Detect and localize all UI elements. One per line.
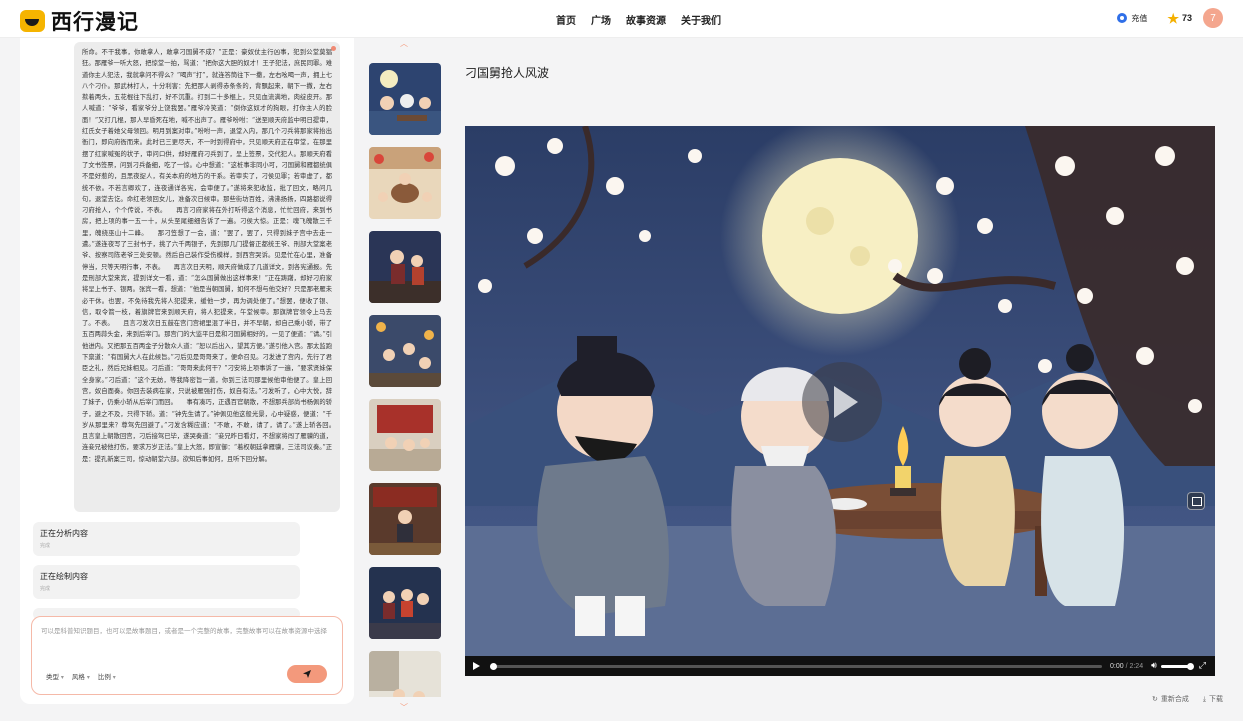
download-icon: ⤓ (1202, 695, 1206, 703)
send-icon (303, 670, 311, 678)
video-player[interactable]: 0:00 / 2:24 🔊︎ ⤢ (465, 126, 1215, 676)
volume-slider[interactable] (1160, 662, 1194, 670)
fullscreen-icon[interactable]: ⤢ (1199, 661, 1206, 671)
regenerate-label: 重新合成 (1160, 695, 1189, 703)
prompt-input[interactable] (41, 626, 331, 656)
style-selector[interactable]: 风格 (72, 671, 90, 681)
play-icon[interactable] (473, 662, 480, 670)
video-progress-bar[interactable] (490, 662, 1102, 670)
story-title: 刁国舅抢人风波 (465, 66, 550, 80)
message-indicator-icon (331, 46, 336, 51)
scene-thumbnail[interactable] (369, 63, 441, 135)
download-button[interactable]: ⤓ 下载 (1203, 694, 1223, 704)
status-card-analyze: 正在分析内容 完成 (33, 522, 300, 556)
main-nav: 首页 广场 故事资源 关于我们 (556, 12, 721, 27)
star-icon: ★ (1167, 10, 1179, 26)
recharge-icon (1117, 13, 1128, 23)
nav-story-resources[interactable]: 故事资源 (626, 12, 666, 27)
coin-balance: ★ 73 (1167, 12, 1192, 25)
time-total: / 2:24 (1125, 662, 1144, 670)
nav-plaza[interactable]: 广场 (591, 12, 611, 27)
prompt-input-box: 类型 风格 比例 (31, 616, 343, 695)
avatar[interactable]: 7 (1203, 8, 1223, 28)
bottom-actions: ↻ 重新合成 ⤓ 下载 (1152, 694, 1223, 704)
picture-in-picture-icon[interactable] (1187, 492, 1205, 510)
chevron-up-icon[interactable]: ︿ (400, 38, 408, 49)
download-label: 下载 (1209, 695, 1223, 703)
status-card-draw: 正在绘制内容 完成 (33, 565, 300, 599)
nav-home[interactable]: 首页 (556, 12, 576, 27)
scene-thumbnail[interactable] (369, 567, 441, 639)
recharge-button[interactable]: 充值 (1117, 13, 1147, 24)
status-title: 正在绘制内容 (40, 572, 88, 581)
volume-icon[interactable]: 🔊︎ (1151, 661, 1157, 671)
logo-text: 西行漫记 (51, 9, 139, 34)
option-selectors: 类型 风格 比例 (46, 671, 116, 681)
nav-about[interactable]: 关于我们 (681, 12, 721, 27)
type-selector[interactable]: 类型 (46, 671, 64, 681)
scene-thumbnail[interactable] (369, 483, 441, 555)
scene-thumbnail[interactable] (369, 147, 441, 219)
logo[interactable]: 西行漫记 (20, 6, 139, 36)
scene-thumbnails (369, 63, 441, 697)
status-sub: 完成 (40, 586, 51, 592)
scene-thumbnail[interactable] (369, 651, 441, 697)
coin-count: 73 (1181, 13, 1192, 23)
time-current: 0:00 (1110, 662, 1124, 670)
status-title: 正在分析内容 (40, 529, 88, 538)
top-header: 西行漫记 首页 广场 故事资源 关于我们 充值 ★ 73 7 (0, 0, 1243, 38)
refresh-icon: ↻ (1152, 695, 1158, 703)
header-right: 充值 ★ 73 7 (1117, 8, 1223, 28)
scene-thumbnail[interactable] (369, 315, 441, 387)
logo-icon (20, 10, 45, 32)
send-button[interactable] (287, 665, 327, 683)
progress-knob[interactable] (490, 662, 497, 670)
left-panel: 所命。不干我事，你敢拿人，敢拿刁国舅不成？”正是：豪奴仗主行凶事，犯到公堂莫猖狂… (20, 38, 354, 704)
scene-thumbnail[interactable] (369, 399, 441, 471)
regenerate-button[interactable]: ↻ 重新合成 (1152, 694, 1189, 704)
status-sub: 完成 (40, 543, 51, 549)
recharge-label: 充值 (1131, 13, 1148, 23)
story-text: 所命。不干我事，你敢拿人，敢拿刁国舅不成？”正是：豪奴仗主行凶事，犯到公堂莫猖狂… (82, 49, 340, 463)
ratio-selector[interactable]: 比例 (98, 671, 116, 681)
play-overlay-button[interactable] (802, 362, 882, 442)
chevron-down-icon[interactable]: ﹀ (400, 702, 408, 713)
video-controls: 0:00 / 2:24 🔊︎ ⤢ (465, 656, 1215, 676)
scene-thumbnail[interactable] (369, 231, 441, 303)
video-time: 0:00 / 2:24 (1110, 663, 1143, 670)
story-message: 所命。不干我事，你敢拿人，敢拿刁国舅不成？”正是：豪奴仗主行凶事，犯到公堂莫猖狂… (74, 42, 340, 512)
